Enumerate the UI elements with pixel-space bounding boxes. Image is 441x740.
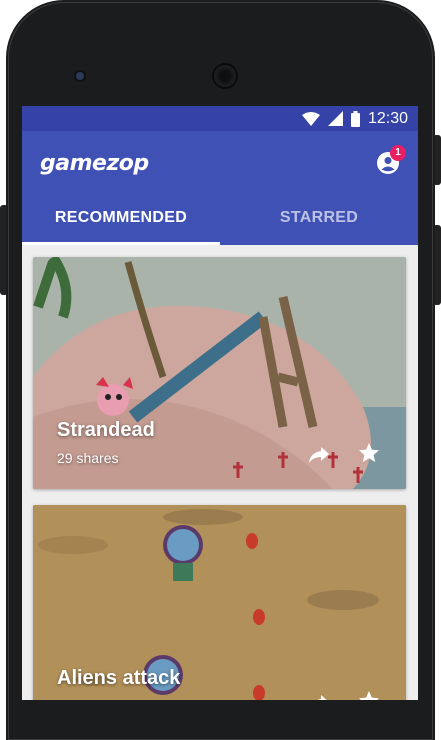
- share-icon[interactable]: [307, 442, 331, 466]
- game-title: Aliens attack: [57, 667, 181, 689]
- share-icon[interactable]: [307, 690, 331, 700]
- game-shares: 29 shares: [57, 450, 119, 466]
- signal-icon: [327, 111, 343, 126]
- game-card-aliens-attack[interactable]: Aliens attack: [33, 505, 406, 700]
- status-bar: 12:30: [22, 106, 418, 131]
- notification-badge: 1: [390, 145, 406, 161]
- front-camera: [76, 72, 84, 80]
- battery-icon: [350, 110, 360, 127]
- game-card-strandead[interactable]: Strandead 29 shares: [33, 257, 406, 489]
- game-title: Strandead: [57, 419, 155, 441]
- status-time: 12:30: [367, 109, 408, 127]
- star-icon[interactable]: [357, 441, 381, 465]
- tab-recommended[interactable]: RECOMMENDED: [22, 196, 220, 245]
- wifi-icon: [301, 111, 320, 126]
- tab-starred[interactable]: STARRED: [220, 196, 418, 245]
- star-icon[interactable]: [357, 689, 381, 700]
- screen: 12:30 gamezop 1 RECOMMENDED STARRED Stra…: [22, 106, 418, 700]
- app-logo: gamezop: [40, 151, 149, 176]
- tab-indicator: [22, 242, 220, 245]
- earpiece-speaker: [214, 65, 236, 87]
- app-bar: gamezop 1: [22, 131, 418, 196]
- tab-bar: RECOMMENDED STARRED: [22, 196, 418, 245]
